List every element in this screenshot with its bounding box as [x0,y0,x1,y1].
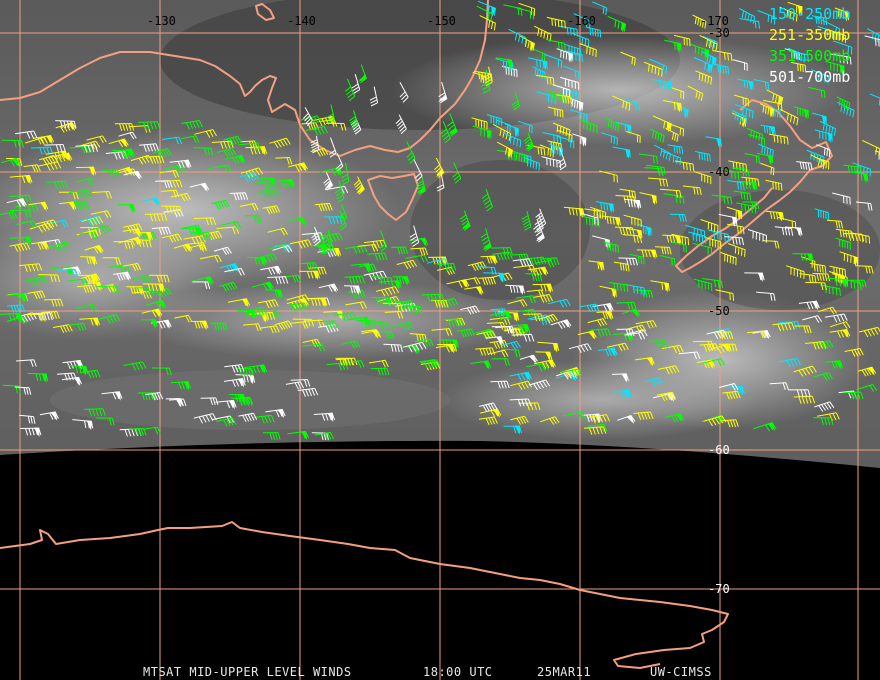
footer-date: 25MAR11 [537,665,591,679]
satellite-wind-map: -130 -140 -150 -160 -170 -30 -40 -50 -60… [0,0,880,680]
legend-entry-501-700: 501-700mb [769,68,850,86]
footer-product: MTSAT MID-UPPER LEVEL WINDS [143,665,352,679]
longitude-label-130: -130 [147,14,176,28]
latitude-label-30: -30 [708,26,730,40]
legend-entry-150-250: 150-250mb [769,5,850,23]
longitude-label-150: -150 [427,14,456,28]
longitude-label-160: -160 [567,14,596,28]
latitude-label-60: -60 [708,443,730,457]
latitude-label-50: -50 [708,304,730,318]
legend-entry-251-350: 251-350mb [769,26,850,44]
footer-source: UW-CIMSS [650,665,712,679]
latitude-label-40: -40 [708,165,730,179]
footer-time: 18:00 UTC [423,665,493,679]
antarctica-coast [0,521,729,669]
legend-entry-351-500: 351-500mb [769,47,850,65]
longitude-label-140: -140 [287,14,316,28]
map-canvas: -130 -140 -150 -160 -170 -30 -40 -50 -60… [0,0,880,680]
latitude-label-70: -70 [708,582,730,596]
